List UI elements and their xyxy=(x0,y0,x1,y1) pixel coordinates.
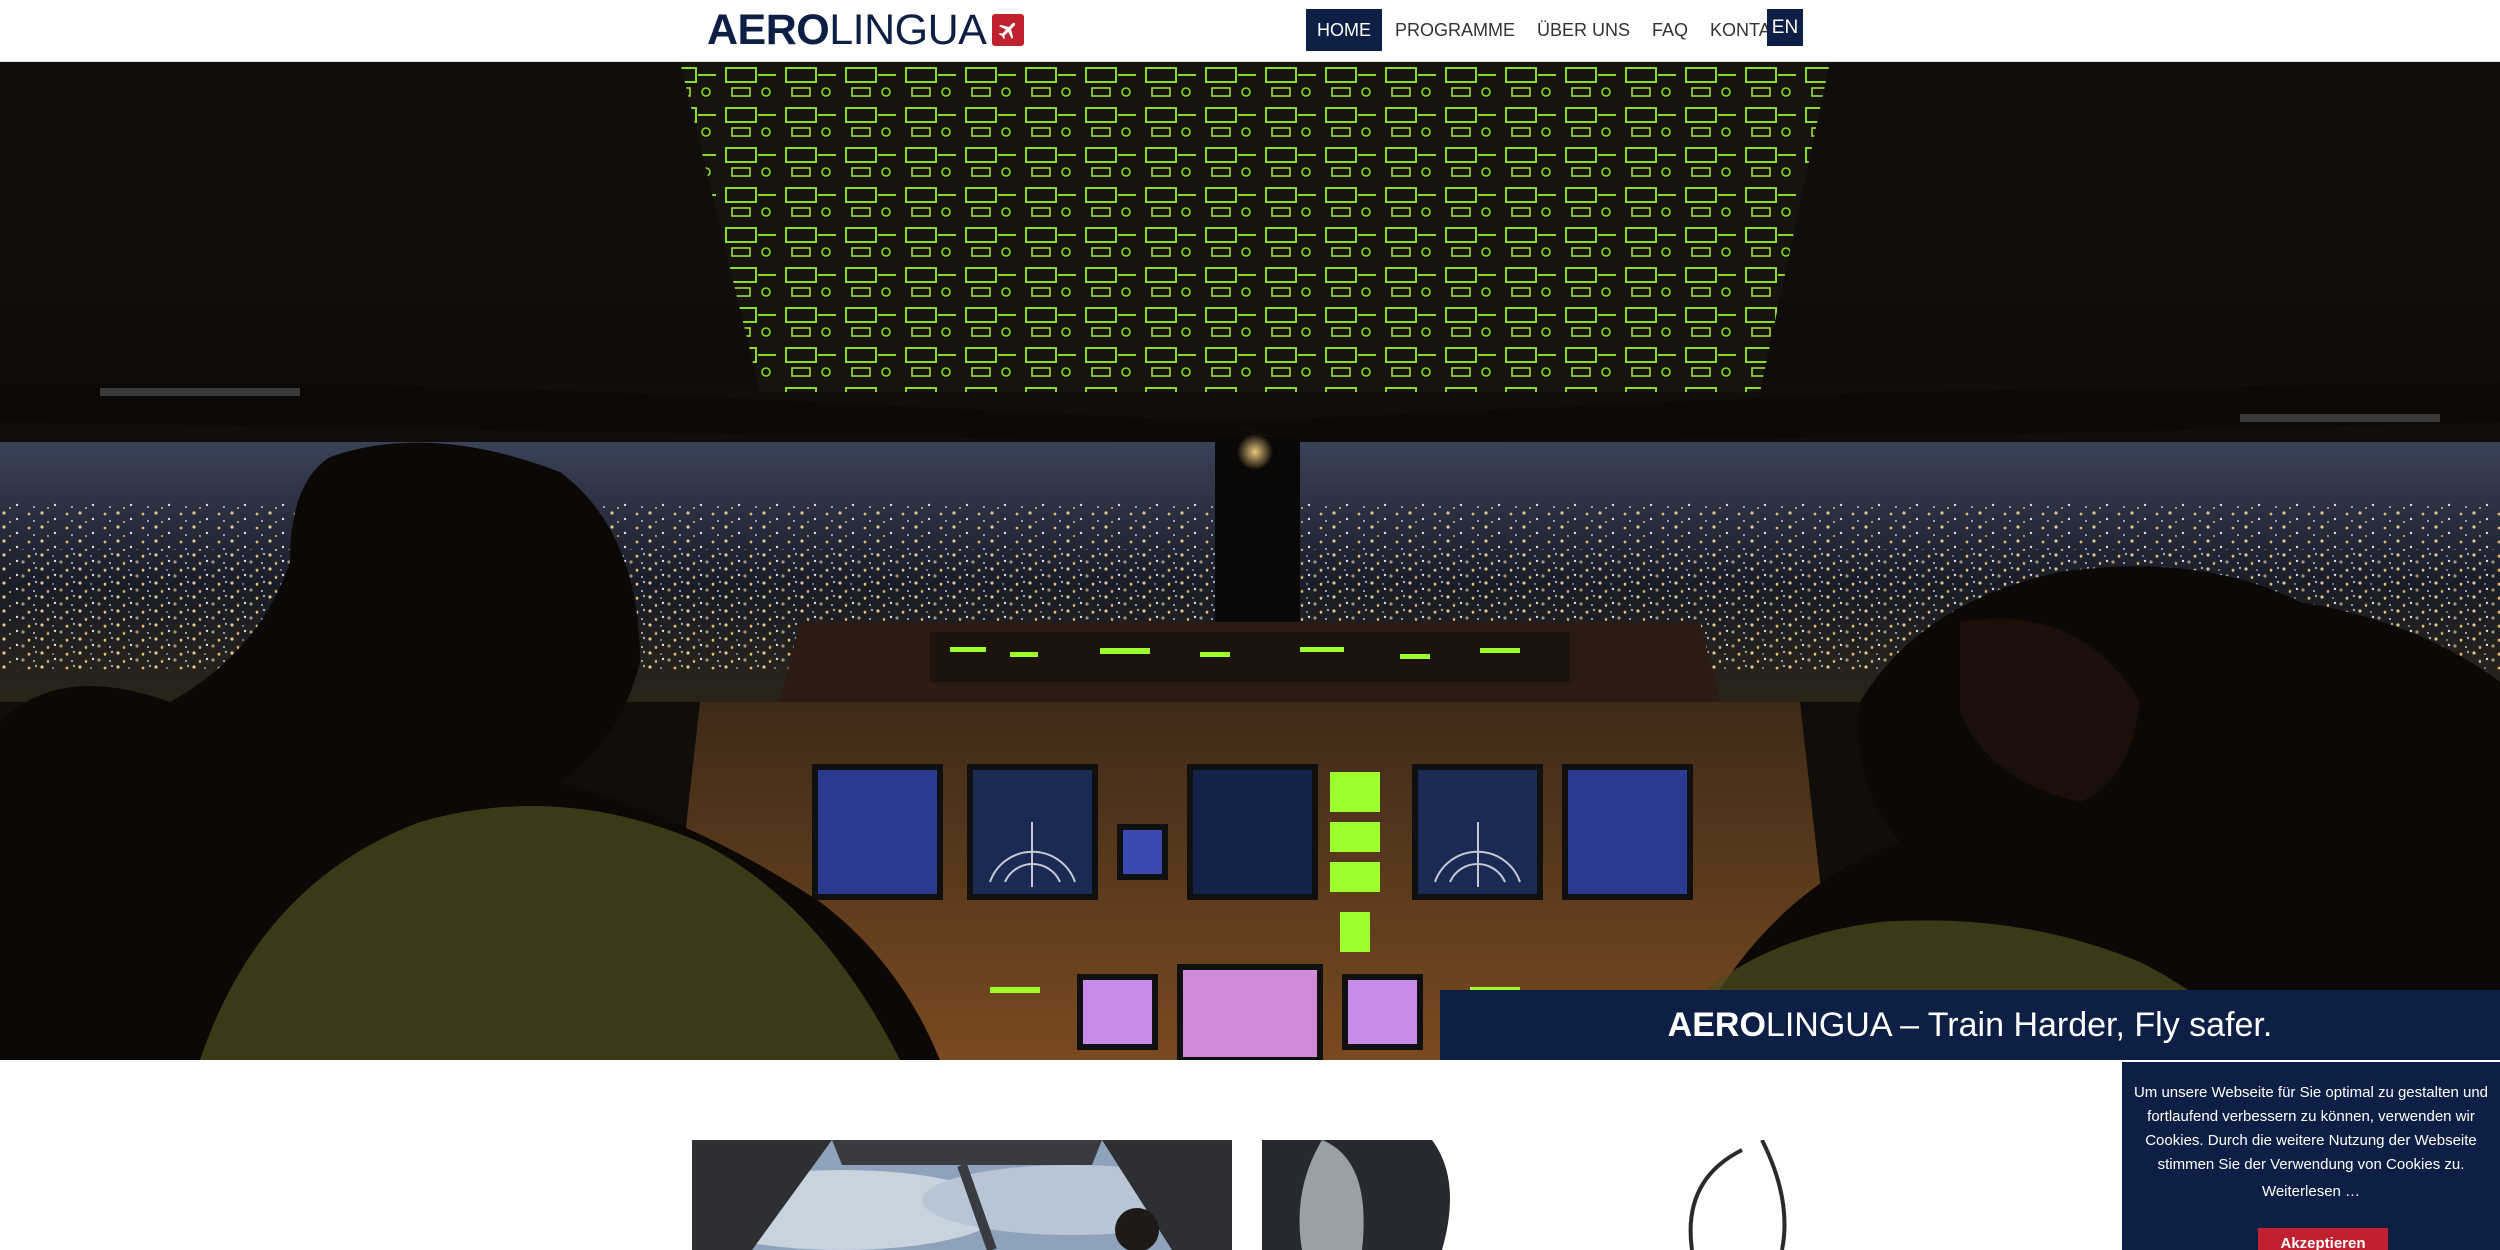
teaser-card-pilot[interactable] xyxy=(1262,1140,1802,1250)
main-nav: HOME PROGRAMME ÜBER UNS FAQ KONTAKT xyxy=(1306,9,1805,51)
cookie-read-more-link[interactable]: Weiterlesen … xyxy=(2122,1183,2500,1200)
hero-image-cockpit-night xyxy=(0,62,2500,1060)
caption-text: LINGUA – Train Harder, Fly safer. xyxy=(1765,1006,2273,1044)
cookie-accept-button[interactable]: Akzeptieren xyxy=(2258,1228,2388,1250)
teaser-card-cockpit[interactable] xyxy=(692,1140,1232,1250)
nav-home[interactable]: HOME xyxy=(1306,9,1382,51)
teaser-image-cockpit-clouds xyxy=(692,1140,1232,1250)
site-header: AERO LINGUA HOME PROGRAMME ÜBER UNS FAQ … xyxy=(0,0,2500,62)
teaser-image-pilot xyxy=(1262,1140,1802,1250)
cookie-notice-text: Um unsere Webseite für Sie optimal zu ge… xyxy=(2133,1084,2489,1173)
site-logo[interactable]: AERO LINGUA xyxy=(707,5,1025,54)
airplane-icon xyxy=(992,14,1025,46)
language-switch[interactable]: EN xyxy=(1767,9,1803,46)
nav-faq[interactable]: FAQ xyxy=(1641,9,1699,51)
hero-banner: AEROLINGUA – Train Harder, Fly safer. xyxy=(0,62,2500,1060)
cookie-banner: Um unsere Webseite für Sie optimal zu ge… xyxy=(2122,1062,2500,1250)
caption-brand-bold: AERO xyxy=(1667,1006,1766,1044)
nav-programme[interactable]: PROGRAMME xyxy=(1384,9,1526,51)
logo-text-light: LINGUA xyxy=(829,5,987,54)
hero-caption: AEROLINGUA – Train Harder, Fly safer. xyxy=(1440,990,2500,1060)
nav-ueber-uns[interactable]: ÜBER UNS xyxy=(1526,9,1641,51)
logo-text-bold: AERO xyxy=(707,5,830,54)
